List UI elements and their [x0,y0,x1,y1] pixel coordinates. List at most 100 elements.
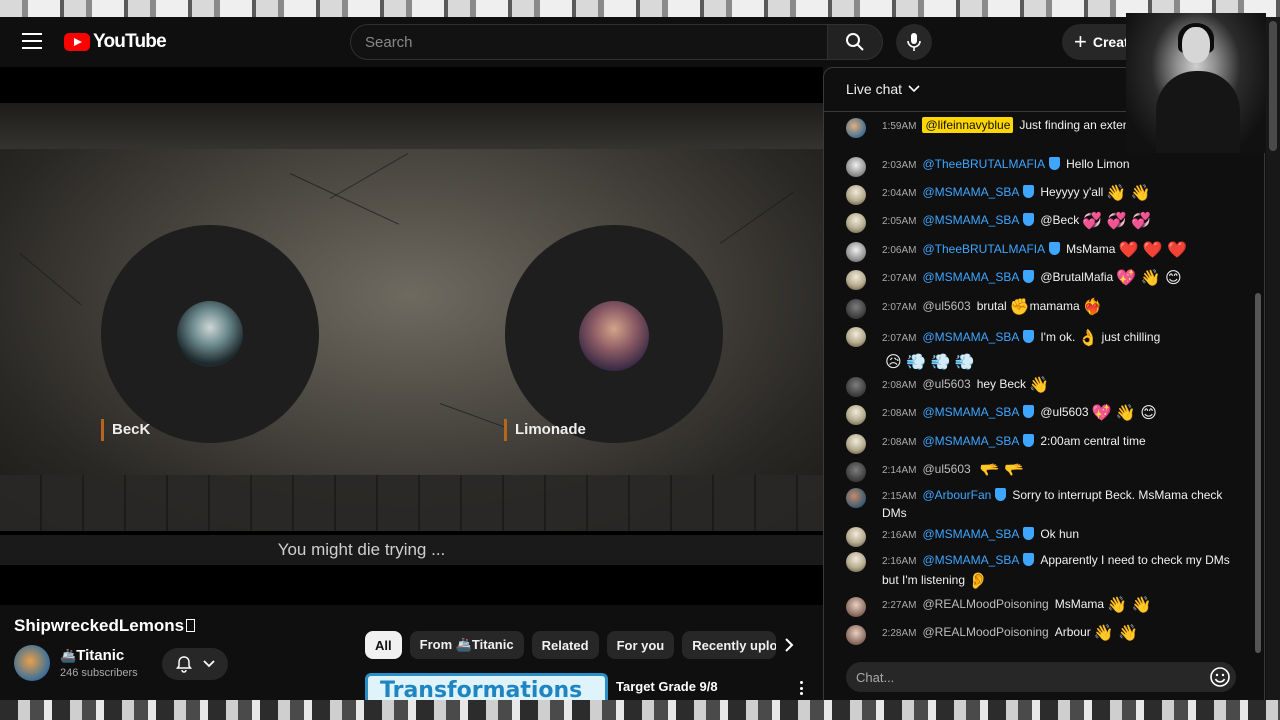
chip-all[interactable]: All [365,631,402,659]
participant-avatar-beck [177,301,243,367]
message-time: 2:07AM [882,302,917,313]
live-chat-dropdown[interactable]: Live chat [846,81,920,97]
message-text: @ul5603 [1040,405,1089,419]
member-badge-icon [1049,157,1061,170]
voice-search-button[interactable] [896,24,932,60]
user-avatar [846,213,866,233]
message-author[interactable]: @ul5603 [922,299,970,313]
chat-input[interactable]: Chat... [846,662,1236,692]
message-time: 2:28AM [882,628,917,639]
chat-message: 2:08AM @ul5603 hey Beck 👋 [846,376,1246,397]
chat-scrollbar[interactable] [1253,113,1263,653]
plus-icon: + [1074,29,1087,54]
channel-avatar[interactable] [14,645,50,681]
user-avatar [846,185,866,205]
wall-crack [329,153,409,199]
message-author[interactable]: @MSMAMA_SBA [922,553,1019,567]
message-text: 2:00am central time [1040,434,1146,448]
message-time: 2:08AM [882,437,917,448]
wooden-floor [0,475,823,531]
message-time: 2:03AM [882,160,917,171]
smiley-icon [1210,667,1230,687]
message-emoji: 😥 💨 💨 💨 [885,354,975,371]
message-time: 2:08AM [882,408,917,419]
ship-icon: 🚢 [60,648,77,663]
wall-crack [719,191,795,244]
message-emoji: 👂 [968,573,988,590]
member-badge-icon [1023,185,1035,198]
message-time: 2:04AM [882,188,917,199]
chat-message: 2:08AM @MSMAMA_SBA @ul5603 💖 👋 😊 [846,404,1246,425]
search-input[interactable]: Search [350,24,828,60]
message-emoji: ❤️‍🔥 [1082,299,1103,316]
chat-message: 2:07AM @MSMAMA_SBA @BrutalMafia 💖 👋 😊 [846,269,1246,290]
chip-from-titanic[interactable]: From 🚢Titanic [409,631,524,659]
message-author[interactable]: @MSMAMA_SBA [922,185,1019,199]
wall-crack [439,403,506,428]
logo-text: YouTube [93,31,167,52]
message-time: 2:27AM [882,600,917,611]
emoji-picker-button[interactable] [1209,666,1231,688]
video-title: ShipwreckedLemons [14,616,196,636]
thumbnail-text: Transformations [380,678,583,703]
chip-for-you[interactable]: For you [606,631,675,659]
message-author[interactable]: @MSMAMA_SBA [922,330,1019,344]
user-avatar [846,462,866,482]
channel-name[interactable]: 🚢Titanic [60,647,124,664]
member-badge-icon [1049,242,1061,255]
youtube-logo[interactable]: YouTube [64,31,167,53]
message-emoji: 👋 👋 [1093,625,1139,642]
message-emoji: 👌 [1078,330,1099,347]
stage-beam [0,103,823,149]
chips-next-button[interactable] [777,633,801,657]
message-author[interactable]: @MSMAMA_SBA [922,270,1019,284]
message-text: just chilling [1101,330,1161,344]
message-author[interactable]: @TheeBRUTALMAFIA [922,242,1045,256]
message-author[interactable]: @REALMoodPoisoning [922,625,1048,639]
user-avatar [846,377,866,397]
message-author[interactable]: @MSMAMA_SBA [922,405,1019,419]
chat-message-list[interactable]: 1:59AM @lifeinnavyblue Just finding an ext… [824,113,1252,653]
microphone-icon [907,33,921,51]
message-author[interactable]: @MSMAMA_SBA [922,213,1019,227]
chat-message: 2:16AM @MSMAMA_SBA Ok hun [846,526,1246,547]
message-author[interactable]: @lifeinnavyblue [922,117,1014,133]
participant-avatar-limonade [579,301,649,371]
more-options-icon[interactable] [793,679,809,697]
recommendation-thumbnail[interactable]: Transformations [365,673,608,703]
user-avatar [846,242,866,262]
user-avatar [846,157,866,177]
message-author[interactable]: @ul5603 [922,462,970,476]
video-caption: You might die trying ... [277,540,446,559]
chat-scrollbar-thumb[interactable] [1255,293,1261,653]
page-scrollbar[interactable] [1266,17,1280,703]
message-author[interactable]: @REALMoodPoisoning [922,597,1048,611]
recommendation-title[interactable]: Target Grade 9/8 [616,679,718,694]
chat-message: 2:27AM @REALMoodPoisoning MsMama 👋 👋 [846,596,1246,617]
chat-message: 2:07AM @ul5603 brutal ✊mamama ❤️‍🔥 [846,298,1246,319]
message-author[interactable]: @MSMAMA_SBA [922,527,1019,541]
chip-related[interactable]: Related [531,631,599,659]
message-author[interactable]: @MSMAMA_SBA [922,434,1019,448]
message-author[interactable]: @TheeBRUTALMAFIA [922,157,1045,171]
user-avatar [846,488,866,508]
message-author[interactable]: @ul5603 [922,377,970,391]
search-button[interactable] [827,24,883,60]
video-player[interactable]: BecK Limonade You might die trying ... [0,67,823,605]
recommendation-filter-chips: All From 🚢Titanic Related For you Recent… [365,631,777,659]
page-scrollbar-thumb[interactable] [1269,21,1277,151]
message-text: Heyyyy y'all [1040,185,1104,199]
chip-recently-uploaded[interactable]: Recently uploaded [682,631,777,659]
chevron-down-icon [203,660,215,668]
message-time: 2:07AM [882,273,917,284]
chat-message: 2:15AM @ArbourFan Sorry to interrupt Beck.… [846,487,1246,521]
chat-message: 2:14AM @ul5603 🫳 🫳 [846,461,1246,482]
subscriber-count: 246 subscribers [60,667,138,679]
chat-input-placeholder: Chat... [856,669,895,685]
user-avatar [846,552,866,572]
message-author[interactable]: @ArbourFan [922,488,991,502]
user-avatar [846,597,866,617]
hamburger-menu-icon[interactable] [22,33,42,49]
notification-button[interactable] [162,648,228,680]
participant-name-beck: BecK [101,419,150,441]
